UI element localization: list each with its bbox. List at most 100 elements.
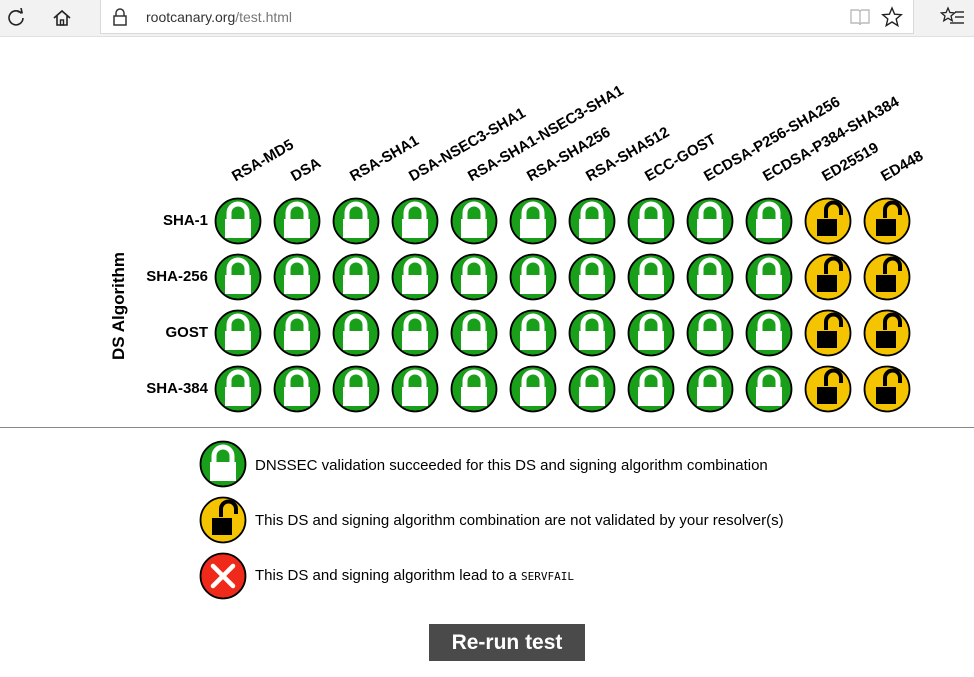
favorites-hub-icon[interactable] — [940, 6, 966, 28]
closed-lock-icon — [391, 253, 439, 301]
result-cell — [686, 309, 734, 357]
legend-servfail-code: SERVFAIL — [520, 570, 574, 583]
result-cell — [332, 197, 380, 245]
closed-lock-icon — [745, 309, 793, 357]
lock-icon — [113, 8, 127, 26]
closed-lock-icon — [332, 309, 380, 357]
reading-view-icon[interactable] — [849, 6, 871, 28]
column-header: ED448 — [878, 147, 927, 186]
result-cell — [804, 365, 852, 413]
closed-lock-icon — [214, 253, 262, 301]
closed-lock-icon — [745, 253, 793, 301]
closed-lock-icon — [391, 309, 439, 357]
closed-lock-icon — [509, 253, 557, 301]
result-cell — [745, 197, 793, 245]
closed-lock-icon — [627, 197, 675, 245]
closed-lock-icon — [273, 253, 321, 301]
row-header: SHA-1 — [162, 212, 208, 229]
cross-icon — [199, 552, 247, 600]
result-cell — [804, 253, 852, 301]
closed-lock-icon — [214, 309, 262, 357]
legend-secure-icon — [199, 440, 247, 488]
open-lock-icon — [863, 197, 911, 245]
closed-lock-icon — [509, 365, 557, 413]
closed-lock-icon — [509, 197, 557, 245]
legend-insecure-icon — [199, 496, 247, 544]
result-cell — [332, 309, 380, 357]
result-cell — [391, 309, 439, 357]
result-cell — [214, 365, 262, 413]
closed-lock-icon — [627, 309, 675, 357]
closed-lock-icon — [745, 365, 793, 413]
closed-lock-icon — [509, 309, 557, 357]
legend-bogus-prefix: This DS and signing algorithm lead to a — [255, 567, 521, 584]
result-cell — [863, 365, 911, 413]
legend-secure-text: DNSSEC validation succeeded for this DS … — [255, 457, 768, 474]
result-cell — [450, 365, 498, 413]
result-cell — [745, 309, 793, 357]
closed-lock-icon — [686, 197, 734, 245]
url-host: rootcanary.org — [146, 9, 236, 25]
result-cell — [391, 253, 439, 301]
result-cell — [273, 309, 321, 357]
closed-lock-icon — [686, 253, 734, 301]
ds-algorithm-axis-title: DS Algorithm — [109, 252, 128, 360]
section-divider — [0, 427, 974, 428]
rerun-test-button[interactable]: Re-run test — [429, 624, 585, 661]
result-cell — [627, 365, 675, 413]
result-cell — [804, 309, 852, 357]
result-cell — [568, 365, 616, 413]
closed-lock-icon — [332, 253, 380, 301]
result-cell — [568, 197, 616, 245]
result-cell — [686, 365, 734, 413]
result-cell — [214, 253, 262, 301]
result-cell — [450, 197, 498, 245]
result-cell — [568, 309, 616, 357]
url-path: /test.html — [235, 9, 293, 25]
home-icon[interactable] — [48, 4, 76, 32]
open-lock-icon — [804, 253, 852, 301]
closed-lock-icon — [450, 365, 498, 413]
closed-lock-icon — [568, 365, 616, 413]
result-cell — [686, 197, 734, 245]
column-header: RSA-MD5 — [229, 136, 297, 186]
open-lock-icon — [863, 365, 911, 413]
address-bar[interactable]: rootcanary.org/test.html — [100, 0, 914, 34]
result-cell — [509, 197, 557, 245]
result-cell — [863, 309, 911, 357]
closed-lock-icon — [450, 197, 498, 245]
result-cell — [450, 309, 498, 357]
result-cell — [273, 197, 321, 245]
closed-lock-icon — [686, 365, 734, 413]
closed-lock-icon — [199, 440, 247, 488]
legend-insecure-text: This DS and signing algorithm combinatio… — [255, 512, 784, 529]
result-cell — [686, 253, 734, 301]
closed-lock-icon — [214, 365, 262, 413]
closed-lock-icon — [391, 197, 439, 245]
legend-bogus-text: This DS and signing algorithm lead to a … — [255, 567, 574, 586]
result-cell — [745, 253, 793, 301]
result-cell — [627, 253, 675, 301]
closed-lock-icon — [568, 309, 616, 357]
closed-lock-icon — [273, 197, 321, 245]
legend-bogus-icon — [199, 552, 247, 600]
result-cell — [450, 253, 498, 301]
result-cell — [627, 309, 675, 357]
result-cell — [273, 253, 321, 301]
closed-lock-icon — [450, 253, 498, 301]
closed-lock-icon — [450, 309, 498, 357]
closed-lock-icon — [273, 365, 321, 413]
refresh-icon[interactable] — [2, 4, 30, 32]
closed-lock-icon — [745, 197, 793, 245]
browser-toolbar: rootcanary.org/test.html — [0, 0, 974, 37]
result-cell — [391, 365, 439, 413]
open-lock-icon — [863, 253, 911, 301]
result-cell — [863, 253, 911, 301]
open-lock-icon — [804, 309, 852, 357]
result-cell — [863, 197, 911, 245]
favorite-star-icon[interactable] — [881, 6, 903, 28]
closed-lock-icon — [568, 197, 616, 245]
open-lock-icon — [804, 365, 852, 413]
row-header: SHA-256 — [146, 268, 208, 285]
result-cell — [214, 197, 262, 245]
